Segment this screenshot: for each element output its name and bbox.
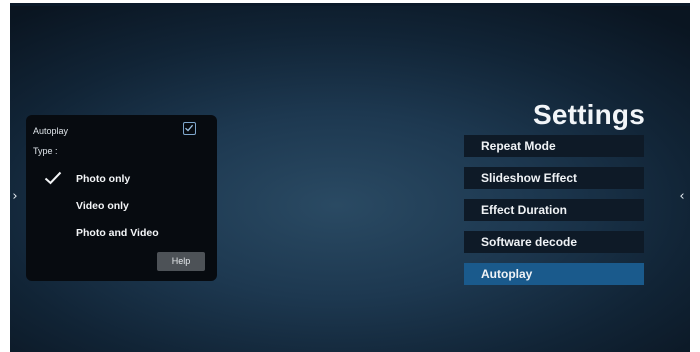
menu-item-autoplay[interactable]: Autoplay	[464, 263, 644, 285]
checkmark-icon	[44, 171, 62, 185]
option-photo-only[interactable]: Photo only	[76, 173, 130, 185]
option-video-only[interactable]: Video only	[76, 200, 129, 212]
type-label: Type :	[33, 146, 58, 156]
menu-item-software-decode[interactable]: Software decode	[464, 231, 644, 253]
option-photo-and-video[interactable]: Photo and Video	[76, 227, 159, 239]
left-nav-arrow[interactable]: ›	[10, 190, 20, 204]
right-nav-arrow[interactable]: ‹	[677, 190, 687, 204]
top-strip	[10, 3, 690, 6]
screen: › ‹ Settings Repeat Mode Slideshow Effec…	[0, 0, 700, 352]
menu-item-repeat-mode[interactable]: Repeat Mode	[464, 135, 644, 157]
autoplay-checkbox[interactable]	[183, 122, 196, 135]
menu-item-effect-duration[interactable]: Effect Duration	[464, 199, 644, 221]
autoplay-label: Autoplay	[33, 126, 69, 136]
settings-title: Settings	[532, 99, 645, 130]
menu-item-slideshow-effect[interactable]: Slideshow Effect	[464, 167, 644, 189]
display-area: › ‹ Settings Repeat Mode Slideshow Effec…	[10, 3, 690, 352]
autoplay-popup: Autoplay Type : Photo only Video only Ph…	[26, 115, 217, 281]
help-button[interactable]: Help	[157, 252, 205, 271]
checked-box-icon	[185, 124, 194, 132]
